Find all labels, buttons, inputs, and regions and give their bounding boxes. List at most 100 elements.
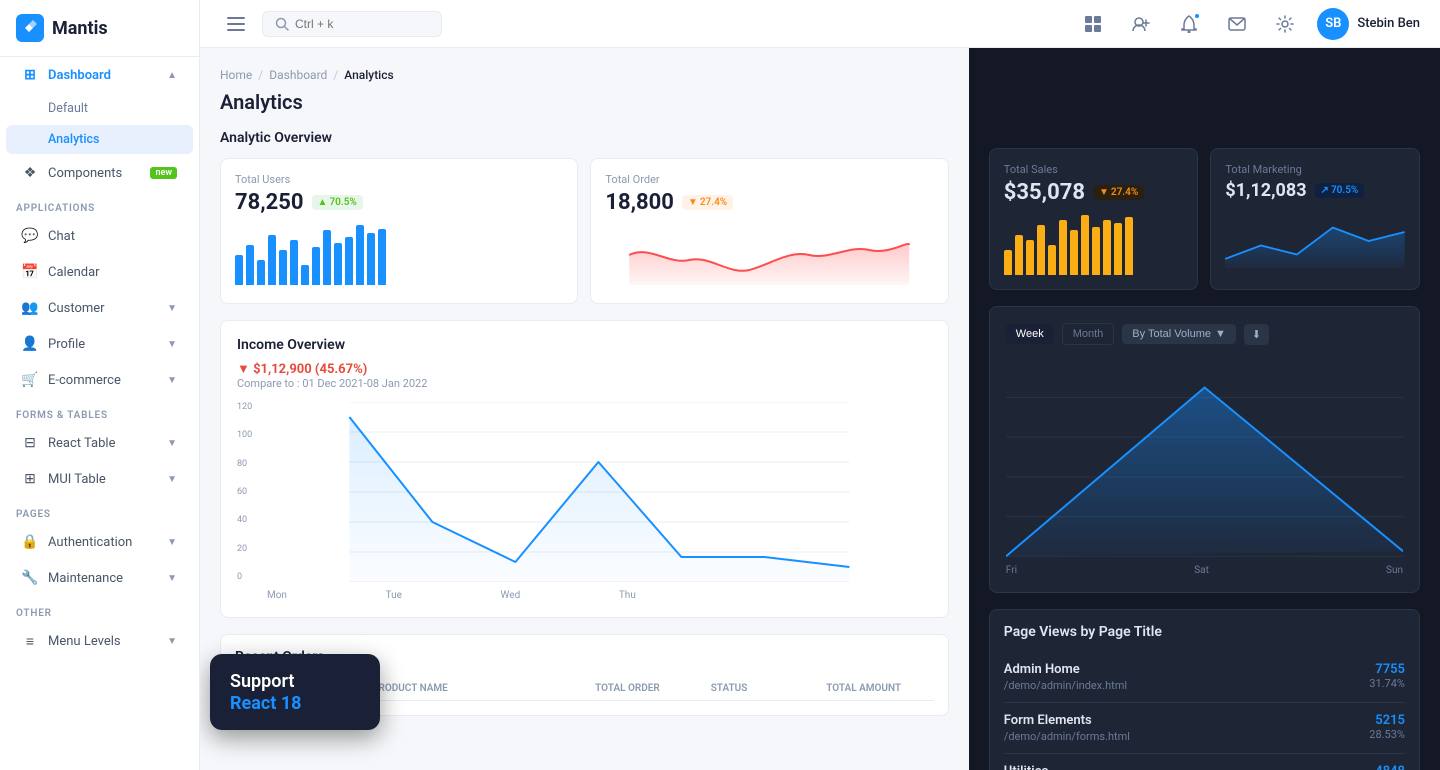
sidebar-item-react-table[interactable]: ⊟ React Table ▼: [6, 426, 193, 460]
page-views-title: Page Views by Page Title: [1004, 624, 1405, 640]
pv-percent-1: 31.74%: [1369, 677, 1405, 690]
col-product: Product Name: [372, 683, 587, 694]
sidebar-logo[interactable]: Mantis: [0, 0, 199, 57]
dark-metric-cards: Total Sales $35,078 ▼ 27.4%: [989, 148, 1420, 290]
support-title: Support: [230, 670, 360, 693]
chevron-down-icon-5: ▼: [167, 474, 177, 485]
metric-value-users: 78,250: [235, 190, 304, 215]
income-compare: Compare to : 01 Dec 2021-08 Jan 2022: [237, 377, 932, 390]
metric-card-order: Total Order 18,800 ▼ 27.4%: [590, 158, 948, 304]
pv-title-1: Admin Home: [1004, 662, 1127, 677]
customer-icon: 👥: [22, 300, 38, 316]
menu-toggle-button[interactable]: [220, 8, 252, 40]
users-bar-chart: [235, 225, 563, 285]
sidebar-item-menu-levels[interactable]: ≡ Menu Levels ▼: [6, 624, 193, 658]
volume-button[interactable]: By Total Volume ▼: [1122, 324, 1236, 344]
chevron-down-icon-2: ▼: [167, 339, 177, 350]
pv-title-2: Form Elements: [1004, 713, 1130, 728]
order-area-chart: [605, 225, 933, 285]
pv-title-3: Utilities: [1004, 764, 1116, 770]
support-react: React 18: [230, 693, 360, 714]
income-line-chart: [267, 402, 932, 582]
mail-icon[interactable]: [1221, 8, 1253, 40]
user-name: Stebin Ben: [1357, 16, 1420, 31]
download-icon: ⬇: [1252, 329, 1261, 341]
analytic-overview-title: Analytic Overview: [220, 130, 949, 146]
search-box[interactable]: [262, 11, 442, 37]
chevron-up-icon: ▲: [167, 70, 177, 81]
sidebar-item-authentication[interactable]: 🔒 Authentication ▼: [6, 525, 193, 559]
content-wrapper: Home / Dashboard / Analytics Analytics A…: [200, 48, 1440, 770]
sidebar-item-maintenance[interactable]: 🔧 Maintenance ▼: [6, 561, 193, 595]
settings-icon[interactable]: [1269, 8, 1301, 40]
metric-card-sales: Total Sales $35,078 ▼ 27.4%: [989, 148, 1199, 290]
sidebar-sub-default[interactable]: Default: [6, 94, 193, 123]
chat-icon: 💬: [22, 228, 38, 244]
sidebar-item-customer[interactable]: 👥 Customer ▼: [6, 291, 193, 325]
chevron-down-icon-4: ▼: [167, 438, 177, 449]
pv-path-1: /demo/admin/index.html: [1004, 679, 1127, 692]
user-profile[interactable]: SB Stebin Ben: [1317, 8, 1420, 40]
sidebar: Mantis ⊞ Dashboard ▲ Default Analytics ❖…: [0, 0, 200, 770]
badge-order: ▼ 27.4%: [682, 195, 733, 210]
chevron-down-icon-8: ▼: [167, 636, 177, 647]
metric-value-sales: $35,078: [1004, 180, 1085, 205]
forms-tables-label: Forms & Tables: [0, 398, 199, 425]
search-input[interactable]: [295, 17, 415, 31]
profile-icon: 👤: [22, 336, 38, 352]
week-button[interactable]: Week: [1006, 324, 1054, 344]
menu-icon: ≡: [22, 633, 38, 649]
topbar-right: SB Stebin Ben: [1077, 8, 1420, 40]
main-area: SB Stebin Ben Home / Dashboard / Analyti…: [200, 0, 1440, 770]
grid-icon[interactable]: [1077, 8, 1109, 40]
maintenance-icon: 🔧: [22, 570, 38, 586]
pv-count-2: 5215: [1369, 713, 1405, 728]
income-amount: ▼ $1,12,900 (45.67%): [237, 361, 932, 377]
components-icon: ❖: [22, 165, 38, 181]
topbar-left: [220, 8, 442, 40]
marketing-area-chart: [1225, 211, 1405, 271]
content-dark: Total Sales $35,078 ▼ 27.4%: [969, 48, 1440, 770]
notification-dot: [1193, 12, 1201, 20]
sidebar-item-calendar[interactable]: 📅 Calendar: [6, 255, 193, 289]
sales-bar-chart: [1004, 215, 1184, 275]
chevron-down-icon-6: ▼: [167, 537, 177, 548]
metric-label-sales: Total Sales: [1004, 163, 1184, 176]
badge-marketing: ↗ 70.5%: [1315, 183, 1365, 198]
dark-income-chart-svg: [1006, 357, 1403, 557]
page-view-item-1: Admin Home /demo/admin/index.html 7755 3…: [1004, 652, 1405, 703]
other-label: Other: [0, 596, 199, 623]
month-button[interactable]: Month: [1062, 323, 1115, 345]
metric-value-marketing: $1,12,083: [1225, 180, 1306, 201]
pv-path-2: /demo/admin/forms.html: [1004, 730, 1130, 743]
metric-card-marketing: Total Marketing $1,12,083 ↗ 70.5%: [1210, 148, 1420, 290]
calendar-icon: 📅: [22, 264, 38, 280]
sidebar-item-ecommerce[interactable]: 🛒 E-commerce ▼: [6, 363, 193, 397]
chevron-down-icon-vol: ▼: [1215, 328, 1226, 340]
income-overview-title: Income Overview: [237, 337, 345, 353]
badge-sales: ▼ 27.4%: [1093, 185, 1144, 200]
page-view-item-3: Utilities /demo/admin/util.html 4848 25.…: [1004, 754, 1405, 770]
sidebar-item-dashboard[interactable]: ⊞ Dashboard ▲: [6, 58, 193, 92]
logo-icon: [16, 14, 44, 42]
pv-percent-2: 28.53%: [1369, 728, 1405, 741]
dashboard-icon: ⊞: [22, 67, 38, 83]
avatar: SB: [1317, 8, 1349, 40]
col-total-order: Total Order: [595, 683, 703, 694]
pv-count-3: 4848: [1369, 764, 1405, 770]
sidebar-item-mui-table[interactable]: ⊞ MUI Table ▼: [6, 462, 193, 496]
sidebar-sub-analytics[interactable]: Analytics: [6, 125, 193, 154]
sidebar-item-profile[interactable]: 👤 Profile ▼: [6, 327, 193, 361]
metric-card-users: Total Users 78,250 ▲ 70.5%: [220, 158, 578, 304]
breadcrumb: Home / Dashboard / Analytics: [220, 68, 949, 82]
applications-label: Applications: [0, 191, 199, 218]
sidebar-item-chat[interactable]: 💬 Chat: [6, 219, 193, 253]
chevron-down-icon-3: ▼: [167, 375, 177, 386]
chevron-down-icon: ▼: [167, 303, 177, 314]
notification-icon[interactable]: [1173, 8, 1205, 40]
app-name: Mantis: [52, 18, 108, 39]
sidebar-item-components[interactable]: ❖ Components new: [6, 156, 193, 190]
user-add-icon[interactable]: [1125, 8, 1157, 40]
download-button[interactable]: ⬇: [1244, 324, 1269, 345]
metric-cards: Total Users 78,250 ▲ 70.5%: [220, 158, 949, 304]
